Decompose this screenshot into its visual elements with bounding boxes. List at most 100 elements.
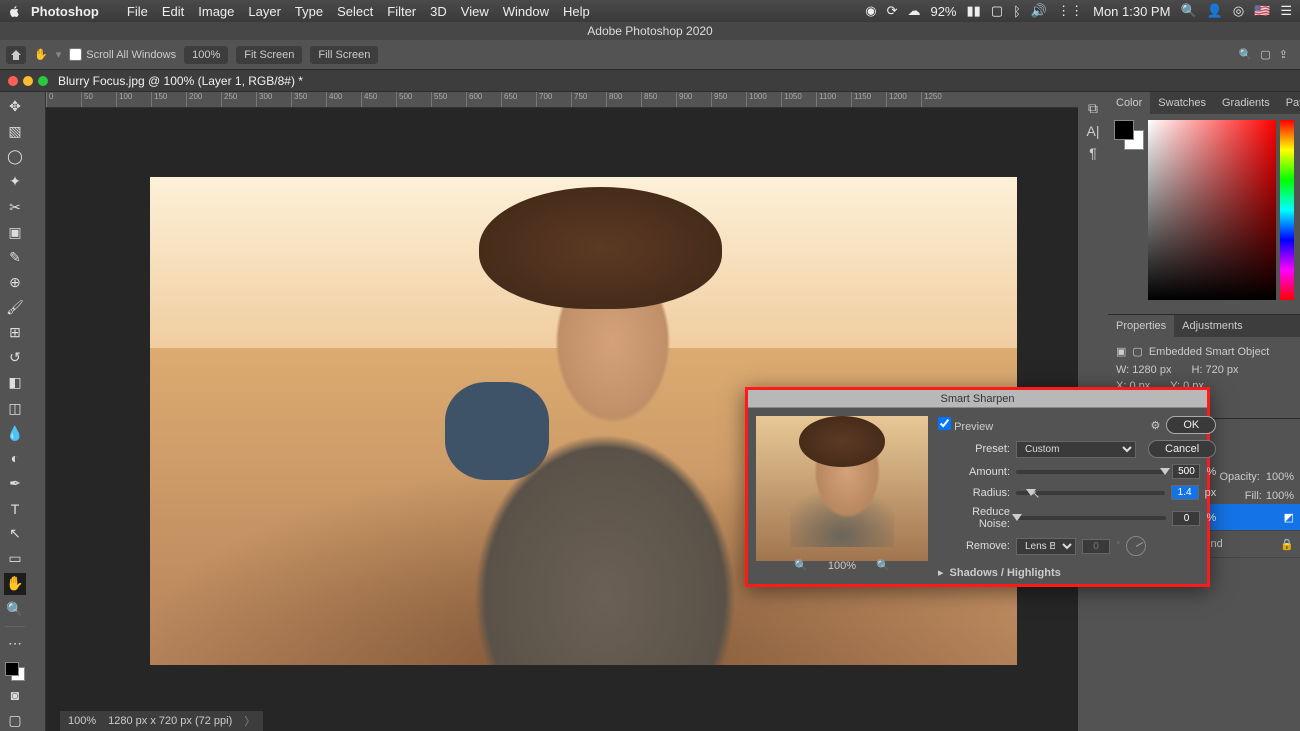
bluetooth-icon[interactable]: ᛒ (1013, 4, 1021, 19)
apple-icon[interactable] (8, 5, 21, 18)
workspace-icon[interactable]: ▢ (1260, 48, 1270, 61)
amount-input[interactable] (1172, 464, 1200, 479)
zoom-in-icon[interactable]: 🔍 (876, 559, 890, 572)
stamp-tool[interactable]: ⊞ (4, 322, 26, 343)
spotlight-icon[interactable]: 🔍 (1180, 3, 1196, 19)
blur-tool[interactable]: 💧 (4, 423, 26, 444)
tab-patterns[interactable]: Patterns (1278, 92, 1300, 114)
noise-slider[interactable] (1016, 516, 1166, 520)
battery-icon[interactable]: ▮▮ (967, 3, 981, 19)
fill-value[interactable]: 100% (1266, 490, 1294, 502)
remove-select[interactable]: Lens Blur (1016, 538, 1076, 555)
tab-color[interactable]: Color (1108, 92, 1150, 114)
radius-slider[interactable]: ↖ (1016, 491, 1165, 495)
menu-type[interactable]: Type (295, 4, 323, 19)
edit-toolbar[interactable]: ⋯ (4, 633, 26, 654)
lasso-tool[interactable]: ◯ (4, 146, 26, 167)
history-icon[interactable]: ⧉ (1088, 100, 1098, 117)
shape-tool[interactable]: ▭ (4, 548, 26, 569)
share-icon[interactable]: ⇪ (1279, 48, 1288, 61)
cancel-button[interactable]: Cancel (1148, 440, 1216, 458)
maximize-window-icon[interactable] (38, 76, 48, 86)
ok-button[interactable]: OK (1166, 416, 1216, 434)
close-window-icon[interactable] (8, 76, 18, 86)
cloud-icon[interactable]: ☁ (907, 3, 920, 19)
fill-screen-button[interactable]: Fill Screen (310, 46, 378, 64)
paragraph-icon[interactable]: ¶ (1089, 145, 1097, 161)
wifi-icon[interactable]: ⋮⋮ (1057, 3, 1083, 19)
tab-adjustments[interactable]: Adjustments (1174, 315, 1251, 337)
scroll-all-checkbox[interactable]: Scroll All Windows (69, 48, 176, 61)
menu-help[interactable]: Help (563, 4, 590, 19)
marquee-tool[interactable]: ▧ (4, 121, 26, 142)
menu-window[interactable]: Window (503, 4, 549, 19)
amount-slider[interactable] (1016, 470, 1166, 474)
tab-properties[interactable]: Properties (1108, 315, 1174, 337)
zoom-tool[interactable]: 🔍 (4, 599, 26, 620)
history-brush-tool[interactable]: ↺ (4, 347, 26, 368)
notifications-icon[interactable]: ☰ (1280, 3, 1292, 19)
flag-icon[interactable]: 🇺🇸 (1254, 3, 1270, 19)
hue-slider[interactable] (1280, 120, 1294, 300)
tab-swatches[interactable]: Swatches (1150, 92, 1214, 114)
menu-filter[interactable]: Filter (387, 4, 416, 19)
menu-layer[interactable]: Layer (248, 4, 281, 19)
ruler-vertical[interactable] (30, 92, 46, 731)
quick-mask[interactable]: ◙ (4, 685, 26, 706)
menu-3d[interactable]: 3D (430, 4, 447, 19)
crop-tool[interactable]: ✂ (4, 197, 26, 218)
screen-mode[interactable]: ▢ (4, 710, 26, 731)
menu-select[interactable]: Select (337, 4, 373, 19)
gear-icon[interactable]: ⚙ (1150, 419, 1160, 432)
eraser-tool[interactable]: ◧ (4, 372, 26, 393)
color-picker[interactable] (1148, 120, 1276, 300)
type-tool[interactable]: T (4, 498, 26, 519)
record-icon[interactable]: ◉ (865, 3, 876, 19)
brush-tool[interactable]: 🖌 (4, 297, 26, 318)
dialog-title[interactable]: Smart Sharpen (748, 390, 1207, 408)
prop-w[interactable]: W: 1280 px (1116, 364, 1171, 376)
expand-icon[interactable]: ▸ (938, 566, 944, 579)
pen-tool[interactable]: ✒ (4, 473, 26, 494)
color-swatch[interactable] (5, 662, 25, 681)
preview-checkbox[interactable]: Preview (938, 417, 993, 433)
tab-gradients[interactable]: Gradients (1214, 92, 1278, 114)
clock[interactable]: Mon 1:30 PM (1093, 4, 1170, 19)
dodge-tool[interactable]: ◐ (4, 448, 26, 469)
menu-image[interactable]: Image (198, 4, 234, 19)
menu-view[interactable]: View (461, 4, 489, 19)
preset-select[interactable]: Custom (1016, 441, 1136, 458)
zoom-out-icon[interactable]: 🔍 (794, 559, 808, 572)
move-tool[interactable]: ✥ (4, 96, 26, 117)
character-icon[interactable]: A| (1087, 123, 1100, 139)
app-name[interactable]: Photoshop (31, 4, 99, 19)
hand-tool[interactable]: ✋ (4, 573, 26, 594)
search-icon[interactable]: 🔍 (1239, 48, 1253, 61)
zoom-level[interactable]: 100% (184, 46, 228, 64)
ruler-horizontal[interactable]: 0501001502002503003504004505005506006507… (46, 92, 1078, 108)
color-swatches[interactable] (1114, 120, 1144, 150)
hand-icon[interactable]: ✋ (34, 48, 48, 61)
path-tool[interactable]: ↖ (4, 523, 26, 544)
gradient-tool[interactable]: ◫ (4, 398, 26, 419)
volume-icon[interactable]: 🔊 (1031, 3, 1047, 19)
radius-input[interactable] (1171, 485, 1199, 500)
noise-input[interactable] (1172, 511, 1200, 526)
opacity-value[interactable]: 100% (1266, 471, 1294, 483)
status-dims[interactable]: 1280 px x 720 px (72 ppi) (108, 715, 232, 727)
siri-icon[interactable]: ◎ (1233, 3, 1244, 19)
healing-tool[interactable]: ⊕ (4, 272, 26, 293)
menu-edit[interactable]: Edit (162, 4, 184, 19)
dialog-preview[interactable] (756, 416, 928, 561)
prop-h[interactable]: H: 720 px (1191, 364, 1238, 376)
frame-tool[interactable]: ▣ (4, 222, 26, 243)
eyedropper-tool[interactable]: ✎ (4, 247, 26, 268)
document-tab[interactable]: Blurry Focus.jpg @ 100% (Layer 1, RGB/8#… (0, 70, 1300, 92)
minimize-window-icon[interactable] (23, 76, 33, 86)
display-icon[interactable]: ▢ (991, 3, 1003, 19)
sync-icon[interactable]: ⟳ (887, 3, 898, 19)
wand-tool[interactable]: ✦ (4, 171, 26, 192)
status-zoom[interactable]: 100% (68, 715, 96, 727)
shadows-highlights[interactable]: Shadows / Highlights (950, 567, 1061, 579)
menu-file[interactable]: File (127, 4, 148, 19)
